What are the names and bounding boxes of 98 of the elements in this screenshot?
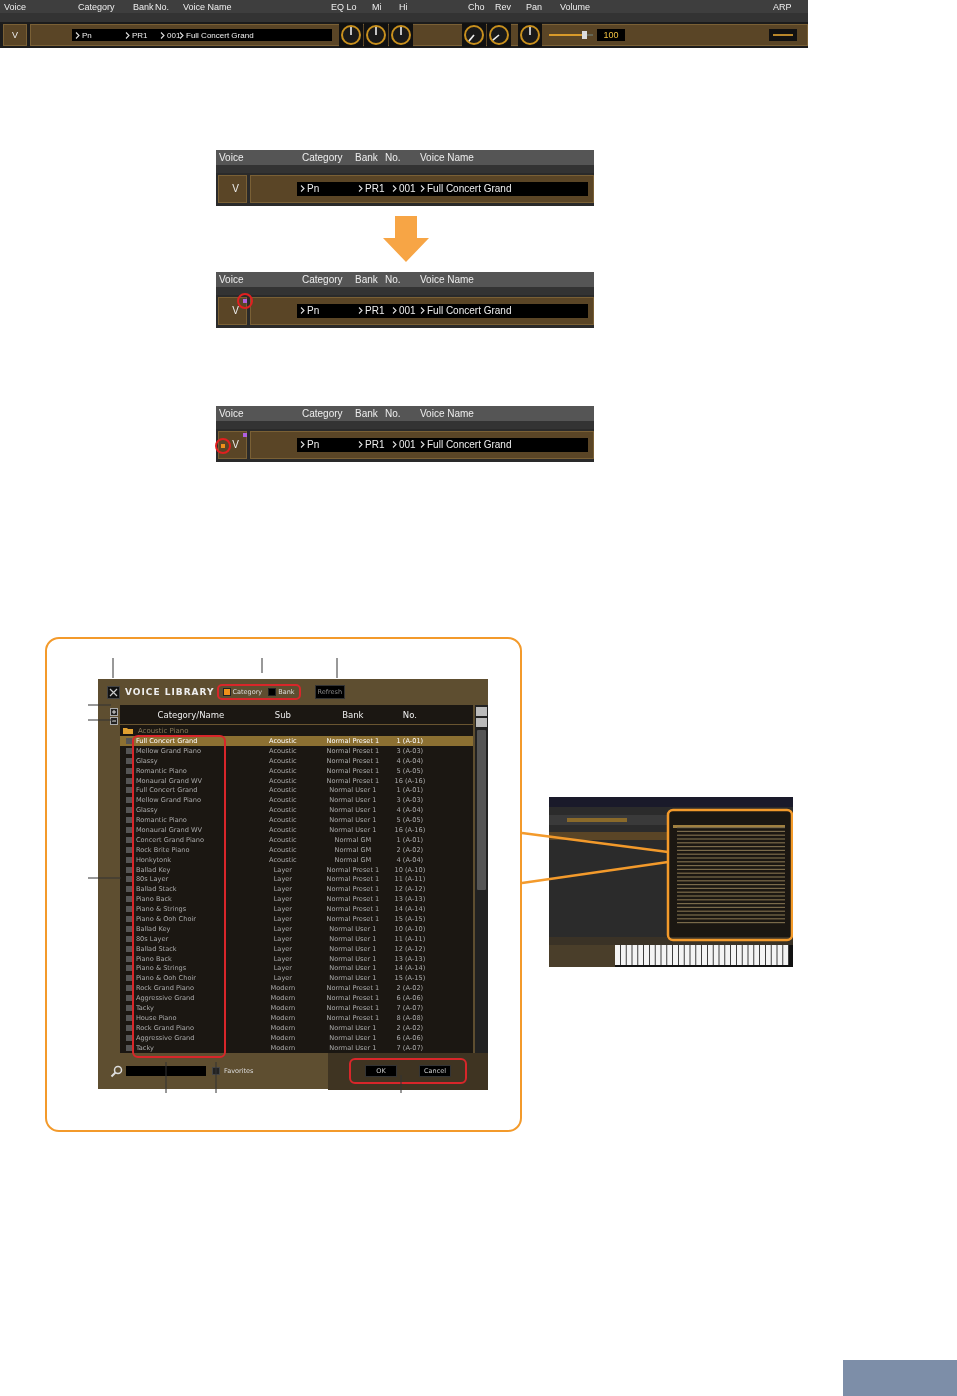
field-value: PR1 [132,30,148,40]
leader-line [87,877,122,879]
column-header[interactable]: Bank [319,709,386,720]
chevron-icon [358,307,363,314]
expand-all-icon[interactable] [110,708,118,716]
scrollbar[interactable] [475,705,488,1053]
column-header: ARP [773,1,793,12]
folder-icon [122,727,133,734]
column-header: Voice [219,274,245,285]
dialog-title: VOICE LIBRARY [125,687,215,697]
voice-select-field[interactable]: Pn PR1 001 Full Concert Grand [72,29,332,41]
knob[interactable] [364,23,388,47]
column-header: Cho [468,1,486,12]
column-header: Voice Name [420,152,475,163]
chevron-icon [300,185,305,192]
field-value: 001 [399,183,416,194]
chevron-icon [75,31,80,39]
knob[interactable] [487,23,511,47]
column-header: Voice Name [420,408,475,419]
chevron-icon [160,31,165,39]
field-value: 001 [399,305,416,316]
column-header: Rev [495,1,512,12]
chevron-icon [179,31,184,39]
knob[interactable] [339,23,363,47]
leader-line [261,657,263,674]
column-header: Voice Name [420,274,475,285]
leader-line [112,657,114,679]
column-header: Bank [355,152,379,163]
field-value: Full Concert Grand [186,30,254,40]
column-header[interactable]: Category/Name [135,709,246,720]
chevron-icon [358,185,363,192]
volume-slider[interactable] [549,31,593,39]
column-header: No. [155,1,170,12]
chevron-icon [420,185,425,192]
part-button[interactable]: V [218,430,247,459]
column-header: Voice [219,152,245,163]
arp-button[interactable] [769,29,797,41]
chevron-icon [392,307,397,314]
part-button[interactable]: V [3,24,27,46]
field-value: PR1 [365,183,385,194]
column-header: Category [302,274,344,285]
column-header: Category [78,1,116,12]
column-header: No. [385,274,402,285]
chevron-icon [420,307,425,314]
column-header[interactable]: Sub [245,709,320,720]
chevron-icon [300,307,305,314]
column-header: Bank [133,1,155,12]
column-header: Voice [4,1,28,12]
field-value: Pn [307,439,320,450]
search-field[interactable] [126,1066,206,1076]
volume-value: 100 [597,29,625,41]
field-value: Pn [82,30,92,40]
close-button[interactable] [107,685,120,699]
column-header: Pan [526,1,543,12]
chevron-icon [300,441,305,448]
knob[interactable] [462,23,486,47]
voice-select-field[interactable]: Pn PR1 001 Full Concert Grand [297,181,588,196]
column-header: Bank [355,408,379,419]
knob[interactable] [389,23,413,47]
field-value: Full Concert Grand [427,439,512,450]
column-header: Hi [399,1,409,12]
column-header: Mi [372,1,383,12]
close-icon [109,687,118,697]
down-arrow [383,216,429,262]
leader-line [87,704,112,706]
field-value: PR1 [365,439,385,450]
chevron-icon [392,185,397,192]
column-header: EQ Lo [331,1,358,12]
collapse-all-icon[interactable] [110,717,118,725]
chevron-icon [125,31,130,39]
leader-line [87,719,114,721]
chevron-icon [392,441,397,448]
field-value: Full Concert Grand [427,305,512,316]
column-header: No. [385,408,402,419]
column-header: No. [385,152,402,163]
column-header: Category [302,408,344,419]
leader-line [336,657,338,679]
part-button[interactable]: V [218,174,247,203]
field-value: Pn [307,183,320,194]
knob[interactable] [518,23,542,47]
field-value: 001 [399,439,416,450]
chevron-icon [420,441,425,448]
field-value: PR1 [365,305,385,316]
field-value: Pn [307,305,320,316]
voice-select-field[interactable]: Pn PR1 001 Full Concert Grand [297,437,588,452]
favorites-checkbox[interactable] [212,1067,220,1075]
voice-select-field[interactable]: Pn PR1 001 Full Concert Grand [297,303,588,318]
chevron-icon [358,441,363,448]
field-value: 001 [167,30,181,40]
column-header: Voice [219,408,245,419]
column-header: Voice Name [183,1,233,12]
column-header: Bank [355,274,379,285]
search-icon [110,1064,123,1078]
field-value: Full Concert Grand [427,183,512,194]
column-header: Category [302,152,344,163]
column-header: Volume [560,1,592,12]
column-header[interactable]: No. [385,709,434,720]
part-button[interactable]: V [218,296,247,325]
